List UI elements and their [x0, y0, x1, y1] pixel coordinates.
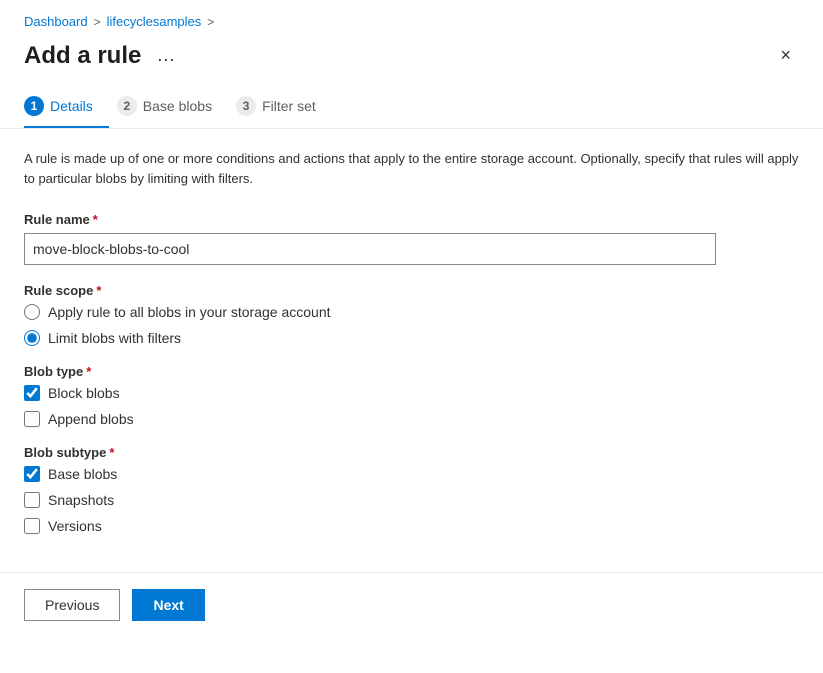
scope-option-limit-label: Limit blobs with filters: [48, 330, 181, 346]
rule-name-field: Rule name *: [24, 212, 799, 265]
checkbox-append-blobs[interactable]: [24, 411, 40, 427]
blob-type-block-blobs[interactable]: Block blobs: [24, 385, 799, 401]
tab-base-blobs-label: Base blobs: [143, 98, 212, 114]
breadcrumb: Dashboard > lifecyclesamples >: [0, 0, 823, 37]
tab-details-number: 1: [24, 96, 44, 116]
scope-radio-limit[interactable]: [24, 330, 40, 346]
blob-type-label: Blob type *: [24, 364, 799, 379]
blob-subtype-versions[interactable]: Versions: [24, 518, 799, 534]
page-title-row: Add a rule ...: [24, 42, 181, 70]
close-button[interactable]: ×: [772, 41, 799, 70]
previous-button[interactable]: Previous: [24, 589, 120, 621]
tab-details-label: Details: [50, 98, 93, 114]
blob-subtype-required: *: [109, 445, 114, 460]
rule-scope-radio-group: Apply rule to all blobs in your storage …: [24, 304, 799, 346]
page-title: Add a rule: [24, 42, 141, 70]
scope-option-limit[interactable]: Limit blobs with filters: [24, 330, 799, 346]
tab-details[interactable]: 1 Details: [24, 86, 109, 128]
description-text: A rule is made up of one or more conditi…: [24, 149, 799, 188]
next-button[interactable]: Next: [132, 589, 204, 621]
checkbox-versions[interactable]: [24, 518, 40, 534]
tab-filter-set-label: Filter set: [262, 98, 316, 114]
tab-filter-set[interactable]: 3 Filter set: [236, 86, 332, 128]
checkbox-base-blobs[interactable]: [24, 466, 40, 482]
blob-subtype-base-blobs-label: Base blobs: [48, 466, 117, 482]
breadcrumb-sep-1: >: [94, 15, 101, 29]
blob-type-append-blobs-label: Append blobs: [48, 411, 134, 427]
ellipsis-button[interactable]: ...: [151, 43, 181, 68]
blob-type-required: *: [86, 364, 91, 379]
blob-subtype-label: Blob subtype *: [24, 445, 799, 460]
scope-option-all[interactable]: Apply rule to all blobs in your storage …: [24, 304, 799, 320]
breadcrumb-dashboard[interactable]: Dashboard: [24, 14, 88, 29]
tab-filter-set-number: 3: [236, 96, 256, 116]
blob-subtype-snapshots[interactable]: Snapshots: [24, 492, 799, 508]
rule-name-input[interactable]: [24, 233, 716, 265]
rule-scope-field: Rule scope * Apply rule to all blobs in …: [24, 283, 799, 346]
footer: Previous Next: [0, 573, 823, 637]
blob-subtype-field: Blob subtype * Base blobs Snapshots Vers…: [24, 445, 799, 534]
tab-base-blobs-number: 2: [117, 96, 137, 116]
rule-scope-required: *: [96, 283, 101, 298]
breadcrumb-sep-2: >: [207, 15, 214, 29]
checkbox-snapshots[interactable]: [24, 492, 40, 508]
blob-type-block-blobs-label: Block blobs: [48, 385, 120, 401]
blob-type-field: Blob type * Block blobs Append blobs: [24, 364, 799, 427]
breadcrumb-lifecyclesamples[interactable]: lifecyclesamples: [107, 14, 202, 29]
checkbox-block-blobs[interactable]: [24, 385, 40, 401]
tabs-container: 1 Details 2 Base blobs 3 Filter set: [0, 86, 823, 129]
blob-subtype-checkbox-group: Base blobs Snapshots Versions: [24, 466, 799, 534]
scope-option-all-label: Apply rule to all blobs in your storage …: [48, 304, 331, 320]
rule-name-label: Rule name *: [24, 212, 799, 227]
scope-radio-all[interactable]: [24, 304, 40, 320]
blob-subtype-versions-label: Versions: [48, 518, 102, 534]
content-area: A rule is made up of one or more conditi…: [0, 129, 823, 572]
rule-name-required: *: [93, 212, 98, 227]
tab-base-blobs[interactable]: 2 Base blobs: [117, 86, 228, 128]
blob-subtype-base-blobs[interactable]: Base blobs: [24, 466, 799, 482]
blob-subtype-snapshots-label: Snapshots: [48, 492, 114, 508]
rule-scope-label: Rule scope *: [24, 283, 799, 298]
page-header: Add a rule ... ×: [0, 37, 823, 86]
blob-type-append-blobs[interactable]: Append blobs: [24, 411, 799, 427]
blob-type-checkbox-group: Block blobs Append blobs: [24, 385, 799, 427]
